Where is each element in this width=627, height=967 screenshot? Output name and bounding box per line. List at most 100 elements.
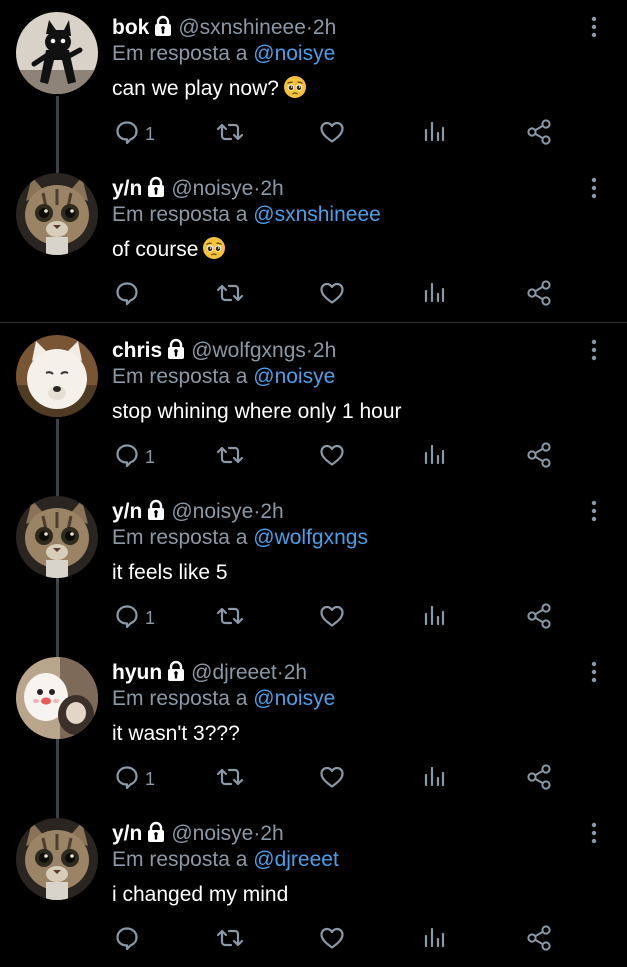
- reply-mention-link[interactable]: @djreeet: [253, 848, 339, 871]
- retweet-button[interactable]: [214, 602, 246, 634]
- analytics-icon: [422, 118, 446, 151]
- reply-count: 1: [145, 607, 156, 628]
- share-icon: [525, 279, 553, 312]
- retweet-button[interactable]: [214, 118, 246, 150]
- more-options-icon[interactable]: [585, 498, 603, 524]
- tweet-actions: 1: [0, 602, 627, 634]
- share-button[interactable]: [525, 441, 553, 473]
- avatar[interactable]: [16, 335, 98, 417]
- reply-mention-link[interactable]: @noisye: [253, 42, 335, 65]
- like-button[interactable]: [318, 602, 346, 634]
- reply-context: Em resposta a @noisye: [112, 685, 335, 713]
- share-icon: [525, 602, 553, 635]
- analytics-button[interactable]: [422, 924, 446, 956]
- reply-mention-link[interactable]: @noisye: [253, 687, 335, 710]
- retweet-button[interactable]: [214, 763, 246, 795]
- analytics-button[interactable]: [422, 602, 446, 634]
- like-button[interactable]: [318, 118, 346, 150]
- more-options-icon[interactable]: [585, 820, 603, 846]
- like-button[interactable]: [318, 441, 346, 473]
- display-name[interactable]: y/n: [112, 822, 142, 845]
- username[interactable]: @sxnshineee: [178, 16, 306, 39]
- heart-icon: [318, 279, 346, 312]
- timestamp[interactable]: 2h: [313, 16, 336, 39]
- timestamp[interactable]: 2h: [260, 177, 283, 200]
- share-button[interactable]: [525, 279, 553, 311]
- username[interactable]: @wolfgxngs: [191, 339, 306, 362]
- avatar[interactable]: [16, 818, 98, 900]
- heart-icon: [318, 602, 346, 635]
- timestamp[interactable]: 2h: [284, 661, 307, 684]
- retweet-button[interactable]: [214, 924, 246, 956]
- analytics-icon: [422, 279, 446, 312]
- tweet[interactable]: y/n @noisye·2h Em resposta a @sxnshineee …: [0, 161, 627, 322]
- reply-mention-link[interactable]: @wolfgxngs: [253, 526, 368, 549]
- tweet-text-content: i changed my mind: [112, 883, 289, 906]
- retweet-icon: [214, 763, 246, 796]
- avatar[interactable]: [16, 12, 98, 94]
- display-name[interactable]: chris: [112, 339, 162, 362]
- tweet-text: it feels like 5: [112, 559, 228, 587]
- timestamp[interactable]: 2h: [313, 339, 336, 362]
- tweet-actions: 1: [0, 118, 627, 150]
- like-button[interactable]: [318, 924, 346, 956]
- analytics-button[interactable]: [422, 441, 446, 473]
- reply-mention-link[interactable]: @sxnshineee: [253, 203, 381, 226]
- tweet-actions: 1: [0, 441, 627, 473]
- like-button[interactable]: [318, 763, 346, 795]
- reply-button[interactable]: 1: [113, 441, 155, 473]
- tweet[interactable]: y/n @noisye·2h Em resposta a @wolfgxngs i…: [0, 484, 627, 645]
- reply-prefix: Em resposta a: [112, 526, 248, 549]
- pleading-face-emoji-icon: [202, 236, 226, 268]
- avatar[interactable]: [16, 496, 98, 578]
- retweet-icon: [214, 118, 246, 151]
- tweet[interactable]: bok @sxnshineee·2h Em resposta a @noisye …: [0, 0, 627, 161]
- like-button[interactable]: [318, 279, 346, 311]
- reply-mention-link[interactable]: @noisye: [253, 365, 335, 388]
- username[interactable]: @noisye: [171, 822, 253, 845]
- heart-icon: [318, 441, 346, 474]
- share-icon: [525, 924, 553, 957]
- analytics-icon: [422, 763, 446, 796]
- reply-button[interactable]: [113, 924, 141, 956]
- reply-button[interactable]: [113, 279, 141, 311]
- reply-button[interactable]: 1: [113, 118, 155, 150]
- more-options-icon[interactable]: [585, 14, 603, 40]
- share-button[interactable]: [525, 763, 553, 795]
- display-name[interactable]: bok: [112, 16, 149, 39]
- share-button[interactable]: [525, 924, 553, 956]
- reply-prefix: Em resposta a: [112, 42, 248, 65]
- retweet-button[interactable]: [214, 441, 246, 473]
- username[interactable]: @noisye: [171, 177, 253, 200]
- more-options-icon[interactable]: [585, 337, 603, 363]
- reply-context: Em resposta a @noisye: [112, 40, 335, 68]
- tweet[interactable]: y/n @noisye·2h Em resposta a @djreeet i c…: [0, 806, 627, 967]
- username[interactable]: @djreeet: [191, 661, 277, 684]
- timestamp[interactable]: 2h: [260, 822, 283, 845]
- analytics-button[interactable]: [422, 118, 446, 150]
- pleading-face-emoji-icon: [283, 75, 307, 107]
- reply-button[interactable]: 1: [113, 602, 155, 634]
- display-name[interactable]: y/n: [112, 177, 142, 200]
- display-name[interactable]: hyun: [112, 661, 162, 684]
- reply-prefix: Em resposta a: [112, 203, 248, 226]
- reply-prefix: Em resposta a: [112, 365, 248, 388]
- more-options-icon[interactable]: [585, 175, 603, 201]
- tweet[interactable]: hyun @djreeet·2h Em resposta a @noisye it…: [0, 645, 627, 806]
- analytics-button[interactable]: [422, 763, 446, 795]
- more-options-icon[interactable]: [585, 659, 603, 685]
- timestamp[interactable]: 2h: [260, 500, 283, 523]
- username[interactable]: @noisye: [171, 500, 253, 523]
- avatar[interactable]: [16, 173, 98, 255]
- share-button[interactable]: [525, 118, 553, 150]
- display-name[interactable]: y/n: [112, 500, 142, 523]
- heart-icon: [318, 924, 346, 957]
- retweet-button[interactable]: [214, 279, 246, 311]
- share-icon: [525, 441, 553, 474]
- avatar[interactable]: [16, 657, 98, 739]
- tweet[interactable]: chris @wolfgxngs·2h Em resposta a @noisye…: [0, 323, 627, 484]
- analytics-icon: [422, 441, 446, 474]
- share-button[interactable]: [525, 602, 553, 634]
- reply-button[interactable]: 1: [113, 763, 155, 795]
- analytics-button[interactable]: [422, 279, 446, 311]
